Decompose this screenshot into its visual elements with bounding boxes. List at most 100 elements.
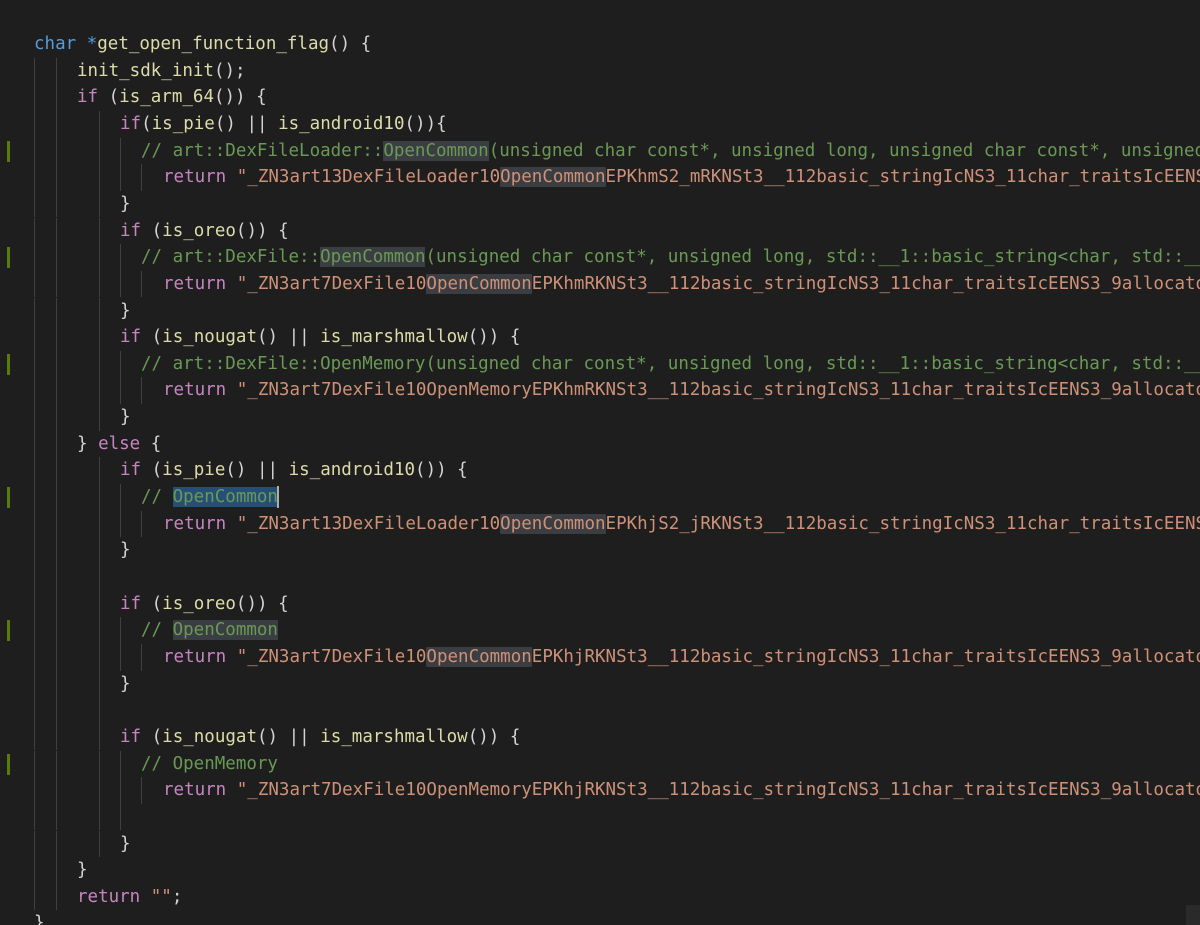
code-line-text: // OpenCommon: [141, 484, 279, 511]
code-line[interactable]: // OpenCommon: [0, 484, 1200, 511]
code-token: "_ZN3art7DexFile10OpenMemoryEPKhjRKNSt3_…: [236, 780, 1200, 801]
code-line[interactable]: if (is_pie() || is_android10()) {: [0, 457, 1200, 484]
code-line[interactable]: if (is_oreo()) {: [0, 590, 1200, 618]
code-token: }: [77, 860, 88, 881]
code-line[interactable]: return "_ZN3art7DexFile10OpenCommonEPKhm…: [0, 270, 1200, 298]
code-editor[interactable]: char *get_open_function_flag() {init_sdk…: [0, 0, 1200, 925]
code-line[interactable]: if (is_oreo()) {: [0, 217, 1200, 245]
modified-line-marker: [7, 140, 10, 162]
code-line[interactable]: }: [0, 297, 1200, 325]
indent-guide: [34, 883, 35, 911]
code-line[interactable]: return "_ZN3art13DexFileLoader10OpenComm…: [0, 510, 1200, 538]
code-token: ()) {: [235, 593, 289, 614]
code-token: return: [163, 273, 227, 294]
indent-guide: [34, 324, 35, 351]
code-line[interactable]: // art::DexFile::OpenMemory(unsigned cha…: [0, 350, 1200, 378]
scrollbar-corner[interactable]: [1186, 905, 1200, 925]
indent-guide: [34, 457, 35, 484]
code-line[interactable]: }: [0, 830, 1200, 858]
indent-guide: [56, 430, 57, 458]
indent-guide: [34, 537, 35, 564]
indent-guide: [34, 404, 35, 431]
indent-guide: [99, 643, 100, 671]
code-line[interactable]: }: [0, 857, 1200, 884]
code-token: // art::DexFile::OpenMemory(unsigned cha…: [141, 353, 1200, 374]
code-token: () ||: [256, 327, 321, 348]
code-line-text: if (is_arm_64()) {: [77, 84, 267, 111]
code-line[interactable]: if (is_arm_64()) {: [0, 84, 1200, 111]
indent-guide: [56, 750, 57, 778]
code-line[interactable]: return "_ZN3art7DexFile10OpenCommonEPKhj…: [0, 643, 1200, 671]
indent-guide: [34, 84, 35, 111]
code-line[interactable]: // art::DexFileLoader::OpenCommon(unsign…: [0, 137, 1200, 165]
code-line[interactable]: if(is_pie() || is_android10()){: [0, 110, 1200, 138]
code-token: () ||: [214, 113, 279, 134]
code-token: return: [163, 780, 227, 801]
code-token: (: [141, 113, 152, 134]
code-line[interactable]: char *get_open_function_flag() {: [0, 31, 1200, 58]
indent-guide: [99, 324, 100, 351]
indent-guide: [34, 643, 35, 671]
code-line[interactable]: return "_ZN3art7DexFile10OpenMemoryEPKhj…: [0, 777, 1200, 804]
code-line[interactable]: [0, 697, 1200, 724]
code-token: ()){: [404, 113, 447, 134]
code-token: (: [141, 593, 163, 614]
text-cursor: [276, 486, 279, 509]
indent-guide: [99, 670, 100, 698]
code-line[interactable]: }: [0, 190, 1200, 218]
indent-guide: [56, 803, 57, 831]
indent-guide: [56, 857, 57, 884]
indent-guide: [56, 57, 57, 85]
code-line[interactable]: } else {: [0, 430, 1200, 458]
code-line[interactable]: init_sdk_init();: [0, 57, 1200, 85]
code-line[interactable]: [0, 803, 1200, 831]
code-line-text: init_sdk_init();: [77, 58, 246, 85]
code-token: // art::DexFileLoader::: [141, 140, 384, 161]
indent-guide: [141, 510, 142, 538]
indent-guide: [56, 670, 57, 698]
indent-guide: [34, 830, 35, 858]
indent-guide: [99, 564, 100, 591]
code-token: "_ZN3art13DexFileLoader10: [236, 167, 501, 188]
indent-guide: [34, 350, 35, 378]
code-token: ()) {: [213, 87, 267, 108]
code-line[interactable]: }: [0, 910, 1200, 925]
code-token: is_marshmallow: [320, 726, 468, 747]
code-token: //: [141, 620, 173, 641]
indent-guide: [56, 457, 57, 484]
indent-guide: [56, 830, 57, 858]
indent-guide: [99, 697, 100, 724]
code-line[interactable]: return "_ZN3art7DexFile10OpenMemoryEPKhm…: [0, 377, 1200, 405]
indent-guide: [56, 777, 57, 804]
code-line[interactable]: // OpenMemory: [0, 750, 1200, 778]
indent-guide: [120, 244, 121, 271]
code-line[interactable]: // OpenCommon: [0, 617, 1200, 644]
indent-guide: [120, 350, 121, 378]
indent-guide: [99, 404, 100, 431]
code-line[interactable]: [0, 564, 1200, 591]
code-line[interactable]: if (is_nougat() || is_marshmallow()) {: [0, 723, 1200, 751]
code-line-text: if (is_pie() || is_android10()) {: [120, 457, 468, 484]
indent-guide: [120, 803, 121, 831]
code-token: is_oreo: [162, 220, 236, 241]
code-token: if: [120, 593, 142, 614]
code-line[interactable]: // art::DexFile::OpenCommon(unsigned cha…: [0, 244, 1200, 271]
code-line-text: char *get_open_function_flag() {: [34, 31, 371, 58]
code-line[interactable]: }: [0, 537, 1200, 564]
code-line[interactable]: return "_ZN3art13DexFileLoader10OpenComm…: [0, 164, 1200, 191]
code-token: return: [163, 513, 227, 534]
code-token: is_arm_64: [119, 87, 214, 108]
code-line[interactable]: }: [0, 404, 1200, 431]
code-token: EPKhmS2_mRKNSt3__112basic_stringIcNS3_11…: [605, 167, 1200, 188]
code-line[interactable]: return "";: [0, 883, 1200, 911]
code-token: is_pie: [162, 460, 226, 481]
code-line[interactable]: if (is_nougat() || is_marshmallow()) {: [0, 324, 1200, 351]
code-line-text: }: [120, 671, 131, 698]
code-line[interactable]: }: [0, 670, 1200, 698]
indent-guide: [56, 244, 57, 271]
indent-guide: [56, 324, 57, 351]
indent-guide: [99, 777, 100, 804]
code-token: }: [120, 540, 131, 561]
